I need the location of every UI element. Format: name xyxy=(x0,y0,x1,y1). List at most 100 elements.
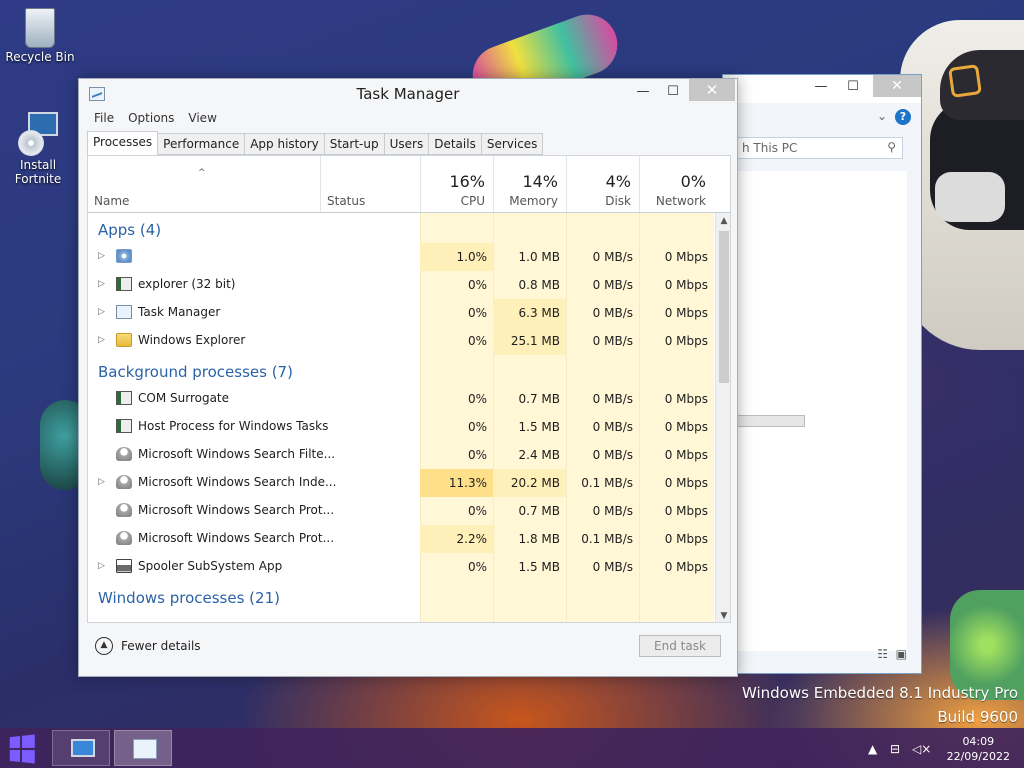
table-row[interactable]: ▷ Windows Explorer 0% 25.1 MB 0 MB/s 0 Mbps xyxy=(88,327,714,355)
table-row[interactable]: ▷ 1.0% 1.0 MB 0 MB/s 0 Mbps xyxy=(88,243,714,271)
column-header-disk[interactable]: 4% Disk xyxy=(566,156,639,212)
chevron-up-circle-icon[interactable]: ▲ xyxy=(95,637,113,655)
file-explorer-window[interactable]: — ☐ ✕ ⌄ ? h This PC ⚲ ☷ ▣ xyxy=(722,74,922,674)
search-service-icon xyxy=(116,447,132,461)
fewer-details-link[interactable]: Fewer details xyxy=(121,639,201,653)
explorer-content xyxy=(737,171,907,651)
clock-time: 04:09 xyxy=(962,735,995,748)
close-button[interactable]: ✕ xyxy=(689,79,735,101)
task-manager-icon xyxy=(133,739,157,759)
expand-icon[interactable]: ▷ xyxy=(98,477,105,487)
titlebar[interactable]: Task Manager — ☐ ✕ xyxy=(79,79,737,109)
column-header-status[interactable]: Status xyxy=(320,156,420,212)
chevron-down-icon[interactable]: ⌄ xyxy=(877,109,887,123)
column-label: Disk xyxy=(605,194,631,208)
table-row[interactable]: Microsoft Windows Search Prot... 0% 0.7 MB… xyxy=(88,497,714,525)
details-view-icon[interactable]: ☷ xyxy=(877,647,888,661)
volume-muted-icon[interactable]: ◁× xyxy=(912,742,931,756)
tab-app-history[interactable]: App history xyxy=(245,133,325,155)
cpu-cell: 0% xyxy=(467,278,487,292)
table-row[interactable]: ▷ Microsoft Windows Search Inde... 11.3% 20… xyxy=(88,469,714,497)
mem-cell: 6.3 MB xyxy=(493,299,566,327)
progress-bar xyxy=(737,415,805,427)
taskbar: ▲ ⊟ ◁× 04:09 22/09/2022 xyxy=(0,728,1024,768)
net-cell: 0 Mbps xyxy=(664,334,708,348)
group-header: Apps (4) xyxy=(98,221,162,239)
network-icon[interactable]: ⊟ xyxy=(890,742,900,756)
column-header-cpu[interactable]: 16% CPU xyxy=(420,156,493,212)
table-row[interactable]: Microsoft Windows Search Filte... 0% 2.4 M… xyxy=(88,441,714,469)
table-row[interactable]: ▷ Task Manager 0% 6.3 MB 0 MB/s 0 Mbps xyxy=(88,299,714,327)
column-label: Name xyxy=(94,194,130,208)
help-icon[interactable]: ? xyxy=(895,109,911,125)
expand-icon[interactable]: ▷ xyxy=(98,251,105,261)
close-button[interactable]: ✕ xyxy=(873,75,921,97)
group-header: Background processes (7) xyxy=(98,363,293,381)
menu-view[interactable]: View xyxy=(181,111,223,129)
net-cell: 0 Mbps xyxy=(664,448,708,462)
cpu-cell: 0% xyxy=(467,392,487,406)
column-label: CPU xyxy=(460,194,485,208)
chevron-up-icon[interactable]: ▲ xyxy=(868,742,877,756)
column-label: Memory xyxy=(509,194,558,208)
search-input[interactable]: h This PC ⚲ xyxy=(735,137,903,159)
disk-cell: 0 MB/s xyxy=(592,306,633,320)
tab-startup[interactable]: Start-up xyxy=(324,133,385,155)
tab-processes[interactable]: Processes xyxy=(87,131,159,156)
expand-icon[interactable]: ▷ xyxy=(98,279,105,289)
table-row[interactable]: ▷ explorer (32 bit) 0% 0.8 MB 0 MB/s 0 Mbps xyxy=(88,271,714,299)
task-manager-window[interactable]: Task Manager — ☐ ✕ File Options View Pro… xyxy=(78,78,738,677)
column-header-network[interactable]: 0% Network xyxy=(639,156,714,212)
computer-icon xyxy=(71,739,95,757)
maximize-button[interactable]: ☐ xyxy=(843,79,863,97)
scrollbar-thumb[interactable] xyxy=(719,231,729,383)
process-name: COM Surrogate xyxy=(138,391,230,405)
net-cell: 0 Mbps xyxy=(664,306,708,320)
column-header-name[interactable]: ^ Name xyxy=(88,156,320,212)
table-row[interactable]: Host Process for Windows Tasks 0% 1.5 MB 0 … xyxy=(88,413,714,441)
disk-cell: 0 MB/s xyxy=(592,334,633,348)
taskbar-file-explorer[interactable] xyxy=(52,730,110,766)
process-name: Task Manager xyxy=(138,305,221,319)
clock[interactable]: 04:09 22/09/2022 xyxy=(947,734,1010,764)
minimize-button[interactable]: — xyxy=(629,81,657,103)
desktop-icon-label: Install Fortnite xyxy=(14,158,62,186)
menu-options[interactable]: Options xyxy=(121,111,181,129)
cpu-cell: 2.2% xyxy=(420,525,493,553)
taskbar-task-manager[interactable] xyxy=(114,730,172,766)
view-toggle[interactable]: ☷ ▣ xyxy=(877,647,907,661)
explorer-titlebar[interactable]: — ☐ ✕ xyxy=(723,75,921,103)
expand-icon[interactable]: ▷ xyxy=(98,335,105,345)
maximize-button[interactable]: ☐ xyxy=(659,81,687,103)
vertical-scrollbar[interactable]: ▲ ▼ xyxy=(715,213,730,622)
search-service-icon xyxy=(116,503,132,517)
search-icon: ⚲ xyxy=(887,140,896,154)
window-icon xyxy=(116,391,132,405)
gear-icon xyxy=(116,249,132,263)
table-row[interactable]: Microsoft Windows Search Prot... 2.2% 1.8 … xyxy=(88,525,714,553)
tab-users[interactable]: Users xyxy=(384,133,430,155)
column-header-memory[interactable]: 14% Memory xyxy=(493,156,566,212)
desktop-icon-recycle-bin[interactable]: Recycle Bin xyxy=(2,8,78,64)
folder-icon xyxy=(116,333,132,347)
menu-file[interactable]: File xyxy=(87,111,121,129)
menu-bar: File Options View xyxy=(87,111,224,129)
desktop-icon-install-fortnite[interactable]: Install Fortnite xyxy=(0,112,76,186)
table-row[interactable]: COM Surrogate 0% 0.7 MB 0 MB/s 0 Mbps xyxy=(88,385,714,413)
minimize-button[interactable]: — xyxy=(811,79,831,97)
scroll-up-icon[interactable]: ▲ xyxy=(716,213,730,229)
end-task-button[interactable]: End task xyxy=(639,635,721,657)
start-button[interactable] xyxy=(9,734,35,764)
large-icons-view-icon[interactable]: ▣ xyxy=(896,647,907,661)
tab-performance[interactable]: Performance xyxy=(158,133,246,155)
expand-icon[interactable]: ▷ xyxy=(98,561,105,571)
network-total: 0% xyxy=(680,172,706,191)
scroll-down-icon[interactable]: ▼ xyxy=(716,608,730,622)
cpu-cell: 0% xyxy=(467,306,487,320)
expand-icon[interactable]: ▷ xyxy=(98,307,105,317)
tab-details[interactable]: Details xyxy=(429,133,482,155)
process-name: Host Process for Windows Tasks xyxy=(138,419,329,433)
disk-cell: 0 MB/s xyxy=(592,504,633,518)
tab-services[interactable]: Services xyxy=(481,133,544,155)
table-row[interactable]: ▷ Spooler SubSystem App 0% 1.5 MB 0 MB/s 0 Mb… xyxy=(88,553,714,581)
